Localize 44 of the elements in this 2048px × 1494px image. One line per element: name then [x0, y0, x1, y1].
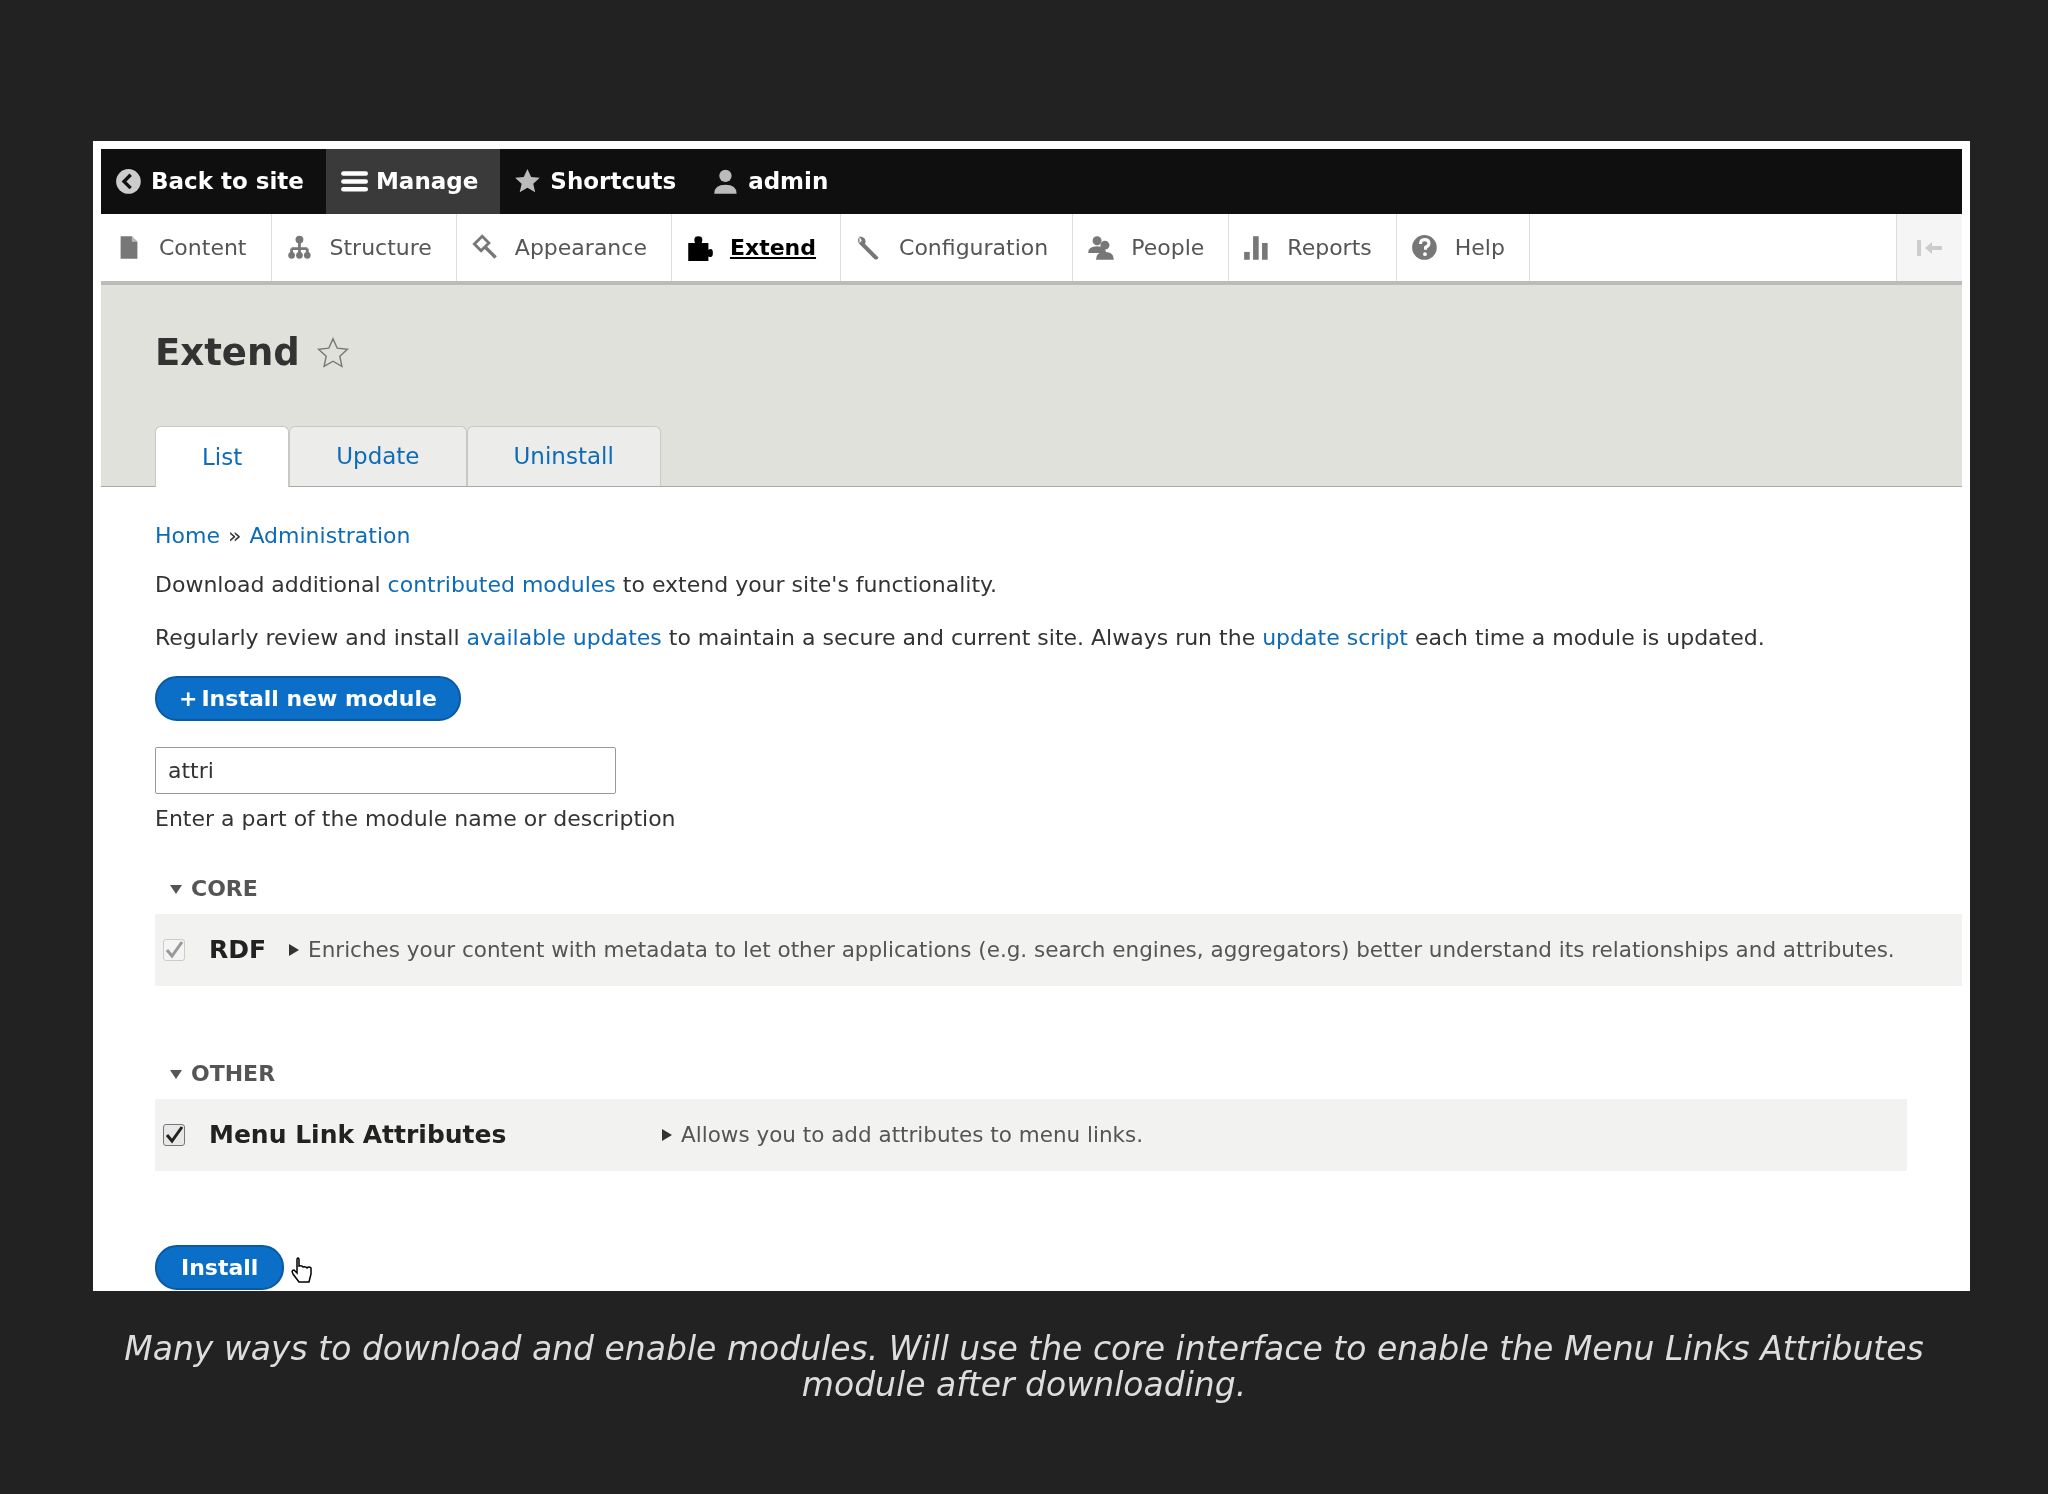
- help-icon: [1410, 233, 1439, 262]
- breadcrumb-link[interactable]: Administration: [249, 519, 411, 552]
- tab[interactable]: List: [155, 426, 290, 487]
- group-toggle[interactable]: CORE: [163, 871, 264, 906]
- toolbar-item[interactable]: Manage: [325, 149, 501, 214]
- text-link[interactable]: available updates: [466, 625, 662, 650]
- toolbar-item[interactable]: Back to site: [101, 149, 326, 214]
- paintbrush-icon: [470, 233, 499, 262]
- admin-menu-item[interactable]: Configuration: [841, 214, 1074, 281]
- module-name: RDF: [209, 934, 267, 967]
- collapse-icon: [1914, 238, 1945, 258]
- paragraph: Download additional contributed modules to extend your site's functionality.: [155, 571, 998, 599]
- checkbox[interactable]: [163, 1124, 185, 1146]
- admin-menu-item[interactable]: Structure: [271, 214, 457, 281]
- tab[interactable]: Uninstall: [466, 426, 661, 486]
- text-link[interactable]: update script: [1262, 625, 1408, 650]
- hierarchy-icon: [285, 233, 314, 262]
- admin-menu-item[interactable]: Appearance: [456, 214, 672, 281]
- admin-menu-item[interactable]: People: [1073, 214, 1230, 281]
- admin-menu-item[interactable]: Help: [1396, 214, 1530, 281]
- text-link[interactable]: contributed modules: [387, 572, 616, 597]
- admin-menu-item[interactable]: Extend: [671, 214, 842, 281]
- back-icon: [115, 167, 143, 196]
- puzzle-icon: [685, 233, 714, 262]
- caption: Many ways to download and enable modules. Will use the core interface to enable the Menu Links Attributes module after downloading.: [123, 1331, 1925, 1404]
- module-description[interactable]: Allows you to add attributes to menu links.: [655, 1117, 1150, 1153]
- admin-menu-item[interactable]: Reports: [1229, 214, 1397, 281]
- module-name: Menu Link Attributes: [209, 1119, 508, 1152]
- caret-right-icon: [661, 1128, 673, 1142]
- breadcrumb-link[interactable]: Home: [155, 519, 220, 552]
- field-description: Enter a part of the module name or description: [155, 805, 677, 833]
- install-new-module-button[interactable]: + Install new module: [155, 676, 461, 721]
- breadcrumb-separator: »: [227, 522, 242, 550]
- page-title: Extend: [155, 331, 300, 376]
- install-button[interactable]: Install: [155, 1245, 285, 1290]
- toolbar-item[interactable]: Shortcuts: [500, 149, 699, 214]
- caret-right-icon: [288, 943, 301, 957]
- filter-field[interactable]: attri: [155, 747, 616, 794]
- toolbar-item[interactable]: admin: [698, 149, 851, 214]
- people-icon: [1087, 233, 1116, 262]
- group-toggle[interactable]: OTHER: [163, 1056, 282, 1091]
- tab[interactable]: Update: [289, 426, 467, 486]
- paragraph: Regularly review and install available updates to maintain a secure and current site. Always run the update script each time a module is updated.: [155, 624, 1766, 652]
- admin-menu-item[interactable]: Content: [101, 214, 272, 281]
